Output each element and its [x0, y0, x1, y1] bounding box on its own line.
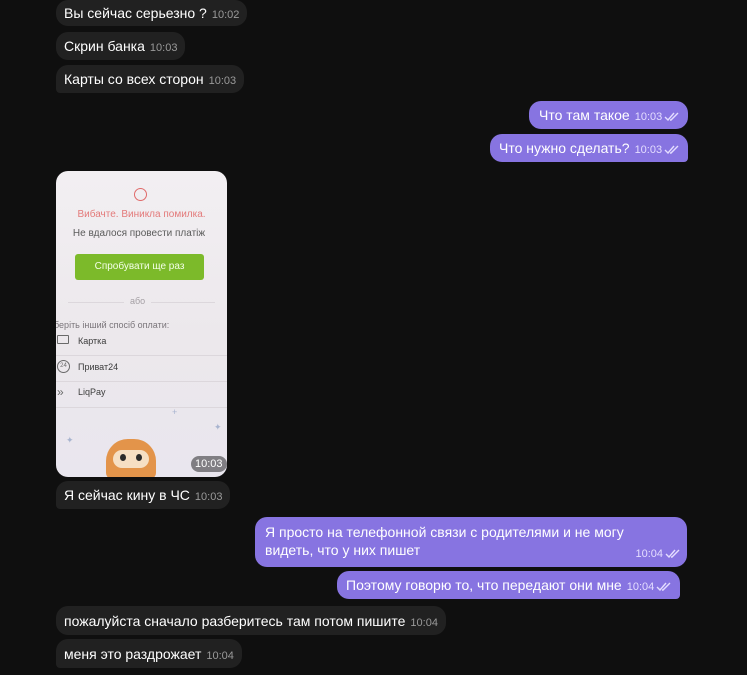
read-double-check-icon [664, 145, 680, 154]
message-incoming[interactable]: Скрин банка 10:03 [56, 32, 186, 60]
message-time: 10:04 [635, 548, 663, 560]
message-incoming[interactable]: Вы сейчас серьезно ? 10:02 [56, 0, 248, 26]
photo-message[interactable]: Вибачте. Виникла помилка. Не вдалося про… [56, 171, 227, 477]
photo-or-label: або [130, 296, 146, 306]
photo-option: Приват24 [78, 362, 119, 372]
message-time: 10:03 [634, 111, 663, 123]
message-incoming[interactable]: пожалуйста сначало разберитесь там потом… [56, 606, 446, 635]
message-text: Поэтому говорю то, что передают они мне [346, 577, 622, 593]
message-text: Скрин банка [64, 38, 145, 54]
message-text-line: видеть, что у них пишет [265, 542, 421, 558]
sparkle-icon: + [172, 407, 178, 417]
read-double-check-icon [665, 549, 681, 558]
photo-option: Картка [78, 336, 107, 346]
message-time: 10:03 [149, 42, 178, 54]
message-time: 10:03 [634, 144, 663, 156]
divider [68, 302, 124, 303]
photo-time: 10:03 [191, 456, 227, 472]
divider [56, 407, 227, 408]
card-icon [57, 335, 69, 344]
tiger-face [113, 450, 149, 468]
divider [151, 302, 215, 303]
message-time: 10:04 [626, 581, 655, 593]
message-incoming[interactable]: меня это раздрожает 10:04 [56, 639, 242, 668]
photo-error-subtitle: Не вдалося провести платіж [72, 228, 206, 239]
message-text-line: Я просто на телефонной связи с родителям… [265, 524, 624, 540]
message-text: Карты со всех сторон [64, 71, 204, 87]
message-incoming[interactable]: Я сейчас кину в ЧС 10:03 [56, 481, 231, 509]
privat24-icon: 24 [57, 360, 70, 373]
message-time: 10:04 [206, 650, 234, 662]
message-text: Что там такое [539, 107, 630, 123]
message-text: пожалуйста сначало разберитесь там потом… [64, 613, 406, 629]
message-outgoing[interactable]: Что нужно сделать? 10:03 [490, 134, 689, 162]
message-time: 10:04 [410, 617, 438, 629]
message-text: меня это раздрожает [64, 646, 202, 662]
message-time: 10:03 [194, 491, 223, 503]
divider [56, 355, 227, 356]
read-double-check-icon [664, 112, 680, 121]
message-text: Я сейчас кину в ЧС [64, 487, 190, 503]
divider [56, 381, 227, 382]
message-outgoing[interactable]: Я просто на телефонной связи с родителям… [255, 517, 687, 567]
message-incoming[interactable]: Карты со всех сторон 10:03 [56, 65, 245, 93]
message-time: 10:03 [208, 75, 237, 87]
tiger-eye [136, 454, 142, 461]
liqpay-icon: » [57, 385, 64, 399]
photo-choose-label: беріть інший спосіб оплати: [56, 320, 170, 330]
warning-icon [134, 188, 147, 201]
tiger-eye [120, 454, 126, 461]
photo-option: LiqPay [78, 387, 106, 397]
read-double-check-icon [656, 582, 672, 591]
message-outgoing[interactable]: Поэтому говорю то, что передают они мне 1… [337, 571, 681, 599]
message-time: 10:02 [211, 9, 240, 21]
sparkle-icon: ✦ [214, 422, 222, 432]
sparkle-icon: ✦ [66, 435, 74, 445]
message-outgoing[interactable]: Что там такое 10:03 [529, 101, 689, 129]
photo-retry-button: Спробувати ще раз [75, 254, 204, 280]
photo-error-title: Вибачте. Виникла помилка. [77, 209, 206, 220]
message-text: Что нужно сделать? [499, 140, 630, 156]
message-text: Вы сейчас серьезно ? [64, 5, 207, 21]
